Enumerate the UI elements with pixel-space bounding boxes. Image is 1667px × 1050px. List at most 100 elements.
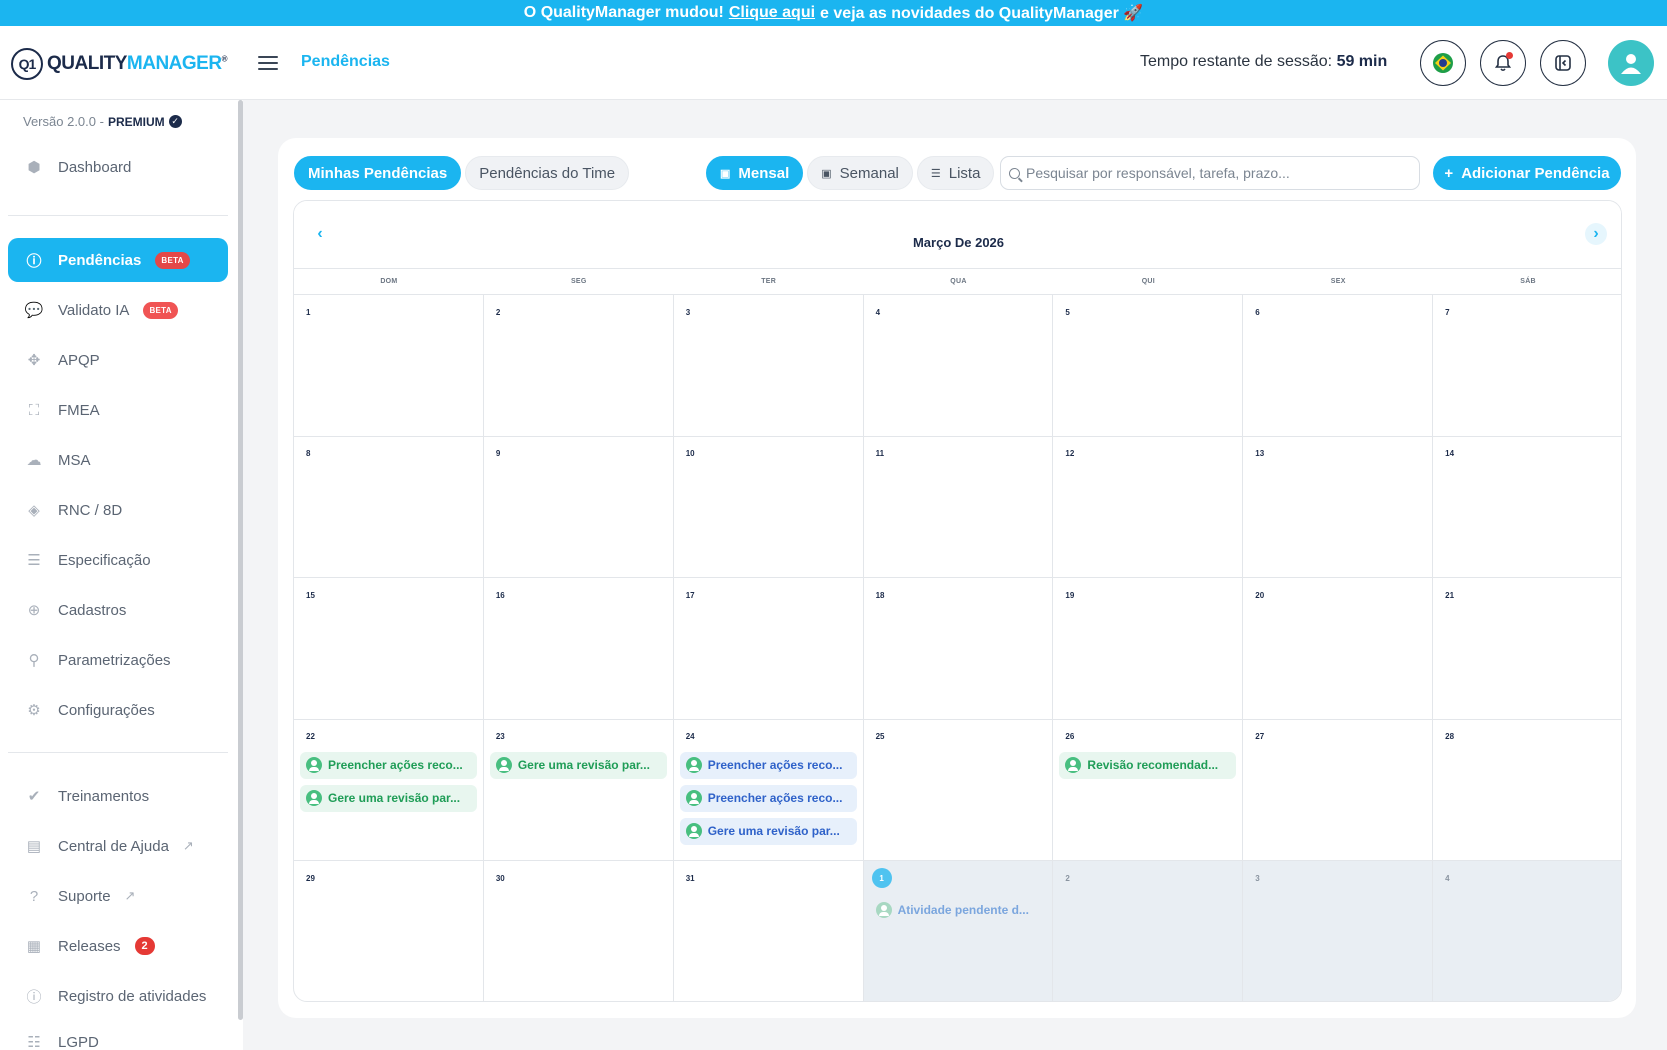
sidebar-item-registro-de-atividades[interactable]: ⓘ Registro de atividades (8, 974, 228, 1018)
event-chip[interactable]: Preencher ações reco... (679, 784, 857, 812)
calendar-day-cell[interactable]: 15 (294, 578, 484, 720)
calendar-day-cell[interactable]: 25 (863, 719, 1054, 862)
sidebar-item-configuracoes[interactable]: ⚙ Configurações (8, 688, 228, 732)
sidebar-item-rnc-8d[interactable]: ◈ RNC / 8D (8, 488, 228, 532)
calendar-day-cell[interactable]: 18 (863, 578, 1054, 720)
sidebar-item-validato-ia[interactable]: 💬 Validato IA BETA (8, 288, 228, 332)
calendar-day-cell[interactable]: 17 (673, 578, 864, 720)
calendar-title: Março De 2026 (912, 235, 1005, 250)
sidebar-item-cadastros[interactable]: ⊕ Cadastros (8, 588, 228, 632)
event-chip[interactable]: Gere uma revisão par... (489, 751, 667, 779)
sidebar-item-label: Releases (58, 937, 121, 955)
calendar-day-cell[interactable]: 4 (863, 295, 1054, 437)
day-number: 23 (495, 732, 505, 742)
event-chip[interactable]: Preencher ações reco... (300, 751, 477, 779)
view-lista-button[interactable]: ☰ Lista (916, 156, 995, 190)
language-button[interactable] (1420, 40, 1466, 86)
calendar-day-cell[interactable]: 3 (1243, 861, 1434, 1001)
sidebar-item-especificacao[interactable]: ☰ Especificação (8, 538, 228, 582)
calendar-day-cell[interactable]: 7 (1433, 295, 1621, 437)
calendar-day-cell[interactable]: 21 (1433, 578, 1621, 720)
sidebar-item-apqp[interactable]: ✥ APQP (8, 338, 228, 382)
calendar-day-cell[interactable]: 1 (294, 295, 484, 437)
view-semanal-label: Semanal (839, 164, 899, 182)
calendar-day-cell[interactable]: 3 (673, 295, 864, 437)
day-number: 4 (875, 307, 881, 317)
weekday-header: DOM SEG TER QUA QUI SEX SÁB (294, 269, 1621, 295)
calendar-day-cell[interactable]: 1 Atividade pendente d... (863, 861, 1054, 1001)
sidebar-item-releases[interactable]: ▦ Releases 2 (8, 924, 228, 968)
calendar-day-cell[interactable]: 2 (483, 295, 674, 437)
user-avatar-icon (1621, 54, 1641, 74)
notifications-button[interactable] (1480, 40, 1526, 86)
calendar-day-cell[interactable]: 14 (1433, 437, 1621, 579)
day-number: 31 (685, 873, 695, 883)
calendar-day-cell[interactable]: 28 (1433, 720, 1621, 862)
calendar-day-cell[interactable]: 19 (1053, 578, 1244, 720)
sidebar-item-label: APQP (58, 351, 100, 369)
logo[interactable]: Q1 QUALITYMANAGER® (11, 48, 228, 80)
calendar-day-cell[interactable]: 5 (1053, 295, 1244, 437)
view-mensal-button[interactable]: ▣ Mensal (706, 156, 804, 190)
calendar-day-cell[interactable]: 22 Preencher ações reco... Gere uma revisã… (294, 719, 484, 862)
external-link-icon: ↗ (182, 838, 194, 853)
event-chip[interactable]: Atividade pendente d... (870, 896, 1047, 923)
sidebar-item-parametrizacoes[interactable]: ⚲ Parametrizações (8, 638, 228, 682)
sidebar-item-dashboard[interactable]: ⬢ Dashboard (8, 145, 228, 189)
search-input[interactable] (1026, 165, 1416, 181)
announcement-link[interactable]: Clique aqui (729, 4, 815, 22)
calendar-day-cell[interactable]: 24 Preencher ações reco... Preencher ações… (673, 719, 864, 862)
calendar-day-cell[interactable]: 26 Revisão recomendad... (1053, 719, 1244, 862)
event-title: Preencher ações reco... (328, 758, 463, 773)
sidebar-item-msa[interactable]: ☁ MSA (8, 438, 228, 482)
sidebar-item-label: Suporte (58, 887, 111, 905)
calendar-day-cell[interactable]: 16 (483, 578, 674, 720)
logo-wordmark: QUALITYMANAGER® (47, 53, 228, 74)
menu-toggle-icon[interactable] (258, 56, 278, 70)
day-number: 21 (1445, 590, 1455, 600)
sliders-icon: ⚲ (28, 652, 40, 669)
calendar-day-cell[interactable]: 23 Gere uma revisão par... (483, 719, 674, 862)
calendar-day-cell[interactable]: 12 (1053, 436, 1244, 579)
view-semanal-button[interactable]: ▣ Semanal (807, 156, 913, 190)
day-number: 10 (685, 449, 695, 459)
calendar-day-cell[interactable]: 9 (483, 436, 674, 579)
calendar-day-cell[interactable]: 31 (674, 861, 864, 1001)
calendar-day-cell[interactable]: 11 (863, 436, 1054, 579)
calendar-day-cell[interactable]: 2 (1053, 861, 1244, 1001)
day-number: 4 (1445, 873, 1450, 883)
sidebar-item-label: Central de Ajuda (58, 837, 169, 855)
search-field[interactable] (1000, 156, 1420, 190)
calendar-day-cell[interactable]: 8 (294, 436, 484, 579)
day-number: 24 (685, 732, 695, 742)
collapse-panel-button[interactable] (1540, 40, 1586, 86)
event-chip[interactable]: Revisão recomendad... (1059, 751, 1237, 779)
sidebar-item-lgpd[interactable]: ☷ LGPD (8, 1020, 228, 1050)
calendar-day-cell[interactable]: 4 (1433, 861, 1621, 1001)
day-number: 5 (1065, 307, 1070, 317)
calendar-day-cell[interactable]: 20 (1243, 578, 1434, 720)
layers-icon: ◈ (28, 502, 40, 519)
sidebar-item-label: Treinamentos (58, 787, 150, 805)
event-chip[interactable]: Preencher ações reco... (679, 751, 857, 779)
next-month-button[interactable]: › (1585, 223, 1607, 245)
event-chip[interactable]: Gere uma revisão par... (300, 784, 477, 812)
user-avatar-button[interactable] (1608, 40, 1654, 86)
sidebar-item-treinamentos[interactable]: ✔ Treinamentos (8, 774, 228, 818)
tab-pendencias-do-time[interactable]: Pendências do Time (465, 156, 630, 190)
sidebar-item-fmea[interactable]: ⛶ FMEA (8, 388, 228, 432)
calendar-day-cell[interactable]: 13 (1243, 436, 1434, 579)
event-chip[interactable]: Gere uma revisão par... (679, 817, 857, 845)
calendar-day-cell[interactable]: 30 (484, 861, 674, 1001)
calendar-day-cell[interactable]: 10 (673, 436, 864, 579)
sidebar-item-central-de-ajuda[interactable]: ▤ Central de Ajuda ↗ (8, 824, 228, 868)
sidebar-scrollbar[interactable] (238, 100, 243, 1020)
calendar-day-cell[interactable]: 27 (1243, 719, 1434, 862)
add-pendencia-button[interactable]: + Adicionar Pendência (1433, 156, 1621, 190)
calendar-day-cell[interactable]: 29 (294, 861, 484, 1001)
calendar-day-cell[interactable]: 6 (1243, 295, 1434, 437)
sidebar-item-suporte[interactable]: ? Suporte ↗ (8, 874, 228, 918)
sidebar: Versão 2.0.0 - PREMIUM ✓ ⬢ Dashboard ⓘ P… (0, 100, 243, 1050)
sidebar-item-pendencias[interactable]: ⓘ Pendências BETA (8, 238, 228, 282)
tab-minhas-pendencias[interactable]: Minhas Pendências (294, 156, 462, 190)
